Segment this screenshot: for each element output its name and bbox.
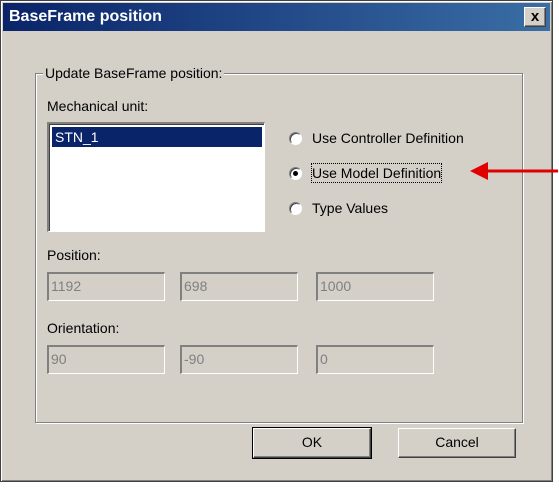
radio-type-values[interactable] (289, 202, 302, 215)
radio-label-model-definition[interactable]: Use Model Definition (310, 163, 443, 183)
list-item-stn-1[interactable]: STN_1 (52, 127, 262, 147)
radio-use-model-definition[interactable] (289, 167, 302, 180)
orientation-y-field[interactable]: -90 (180, 345, 298, 374)
title-bar[interactable]: BaseFrame position x (3, 3, 550, 31)
mechanical-unit-listbox[interactable]: STN_1 (47, 122, 265, 232)
close-button[interactable]: x (524, 7, 546, 27)
position-x-field[interactable]: 1192 (47, 272, 165, 301)
mechanical-unit-label: Mechanical unit: (47, 98, 149, 114)
baseframe-dialog: BaseFrame position x Update BaseFrame po… (0, 0, 553, 482)
position-label: Position: (47, 247, 101, 263)
radio-use-controller-definition[interactable] (289, 132, 302, 145)
close-icon: x (530, 8, 540, 25)
red-arrow-icon (470, 162, 558, 180)
orientation-label: Orientation: (47, 320, 120, 336)
orientation-x-field[interactable]: 90 (47, 345, 165, 374)
radio-label-type-values[interactable]: Type Values (312, 199, 388, 217)
position-y-field[interactable]: 698 (180, 272, 298, 301)
group-legend: Update BaseFrame position: (43, 64, 225, 82)
orientation-z-field[interactable]: 0 (316, 345, 434, 374)
radio-label-controller-definition[interactable]: Use Controller Definition (312, 129, 464, 147)
window-title: BaseFrame position (9, 8, 162, 25)
cancel-button[interactable]: Cancel (398, 428, 516, 458)
position-z-field[interactable]: 1000 (316, 272, 434, 301)
ok-button[interactable]: OK (252, 427, 372, 459)
